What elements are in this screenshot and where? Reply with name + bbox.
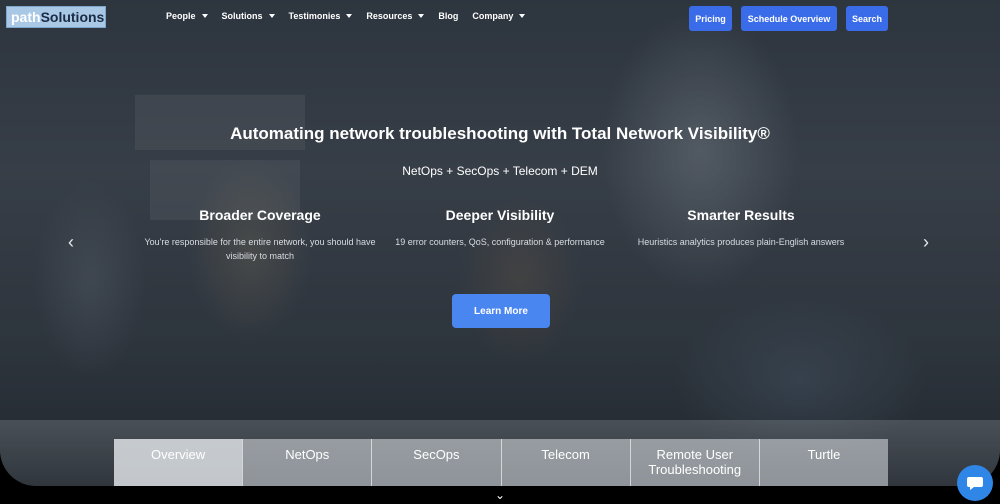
nav-item-blog[interactable]: Blog bbox=[438, 11, 458, 21]
nav-label: Testimonies bbox=[288, 11, 341, 21]
tab-telecom[interactable]: Telecom bbox=[500, 439, 630, 486]
carousel-next-icon[interactable]: › bbox=[923, 232, 929, 253]
tab-turtle[interactable]: Turtle bbox=[758, 439, 888, 486]
hero-subheadline: NetOps + SecOps + Telecom + DEM bbox=[402, 164, 598, 178]
solution-tabs: Overview NetOps SecOps Telecom Remote Us… bbox=[114, 439, 888, 486]
tab-remote-user-troubleshooting[interactable]: Remote User Troubleshooting bbox=[629, 439, 759, 486]
nav-label: Resources bbox=[366, 11, 413, 21]
nav-label: Company bbox=[472, 11, 514, 21]
feature-title: Broader Coverage bbox=[199, 207, 321, 223]
nav-item-testimonies[interactable]: Testimonies bbox=[289, 11, 353, 21]
tab-secops[interactable]: SecOps bbox=[371, 439, 500, 486]
chevron-down-icon bbox=[418, 14, 425, 18]
nav-item-people[interactable]: People bbox=[166, 11, 208, 21]
logo-part-2: Solutions bbox=[40, 9, 105, 25]
chevron-down-icon[interactable]: ⌄ bbox=[492, 488, 508, 502]
feature-broader-coverage: Broader Coverage You're responsible for … bbox=[140, 207, 380, 263]
feature-text: You're responsible for the entire networ… bbox=[144, 237, 376, 261]
page: path Solutions People Solutions Testimoni… bbox=[0, 0, 1000, 504]
feature-smarter-results: Smarter Results Heuristics analytics pro… bbox=[621, 207, 861, 249]
logo-part-1: path bbox=[11, 9, 41, 25]
carousel-prev-icon[interactable]: ‹ bbox=[68, 232, 74, 253]
chevron-down-icon bbox=[268, 14, 275, 18]
nav-item-solutions[interactable]: Solutions bbox=[222, 11, 275, 21]
nav-item-company[interactable]: Company bbox=[472, 11, 526, 21]
nav-label: Blog bbox=[438, 11, 459, 21]
nav-label: Solutions bbox=[221, 11, 263, 21]
feature-deeper-visibility: Deeper Visibility 19 error counters, QoS… bbox=[380, 207, 620, 249]
feature-title: Deeper Visibility bbox=[445, 207, 555, 223]
learn-more-button[interactable]: Learn More bbox=[452, 294, 550, 328]
feature-text: 19 error counters, QoS, configuration & … bbox=[395, 237, 605, 247]
feature-title: Smarter Results bbox=[687, 207, 795, 223]
main-nav: People Solutions Testimonies Resources B… bbox=[166, 11, 539, 21]
chevron-down-icon bbox=[346, 14, 353, 18]
chat-glyph bbox=[967, 477, 983, 490]
feature-text: Heuristics analytics produces plain-Engl… bbox=[637, 237, 845, 247]
nav-item-resources[interactable]: Resources bbox=[366, 11, 425, 21]
nav-label: People bbox=[166, 11, 196, 21]
chat-bubble-icon[interactable] bbox=[957, 465, 993, 501]
hero-headline: Automating network troubleshooting with … bbox=[230, 124, 770, 143]
chevron-down-icon bbox=[519, 14, 526, 18]
schedule-overview-button[interactable]: Schedule Overview bbox=[741, 6, 837, 31]
pricing-button[interactable]: Pricing bbox=[689, 6, 732, 31]
search-button[interactable]: Search bbox=[846, 6, 888, 31]
logo[interactable]: path Solutions bbox=[6, 6, 106, 28]
tab-netops[interactable]: NetOps bbox=[242, 439, 371, 486]
chevron-down-icon bbox=[201, 14, 208, 18]
tab-overview[interactable]: Overview bbox=[114, 439, 243, 486]
